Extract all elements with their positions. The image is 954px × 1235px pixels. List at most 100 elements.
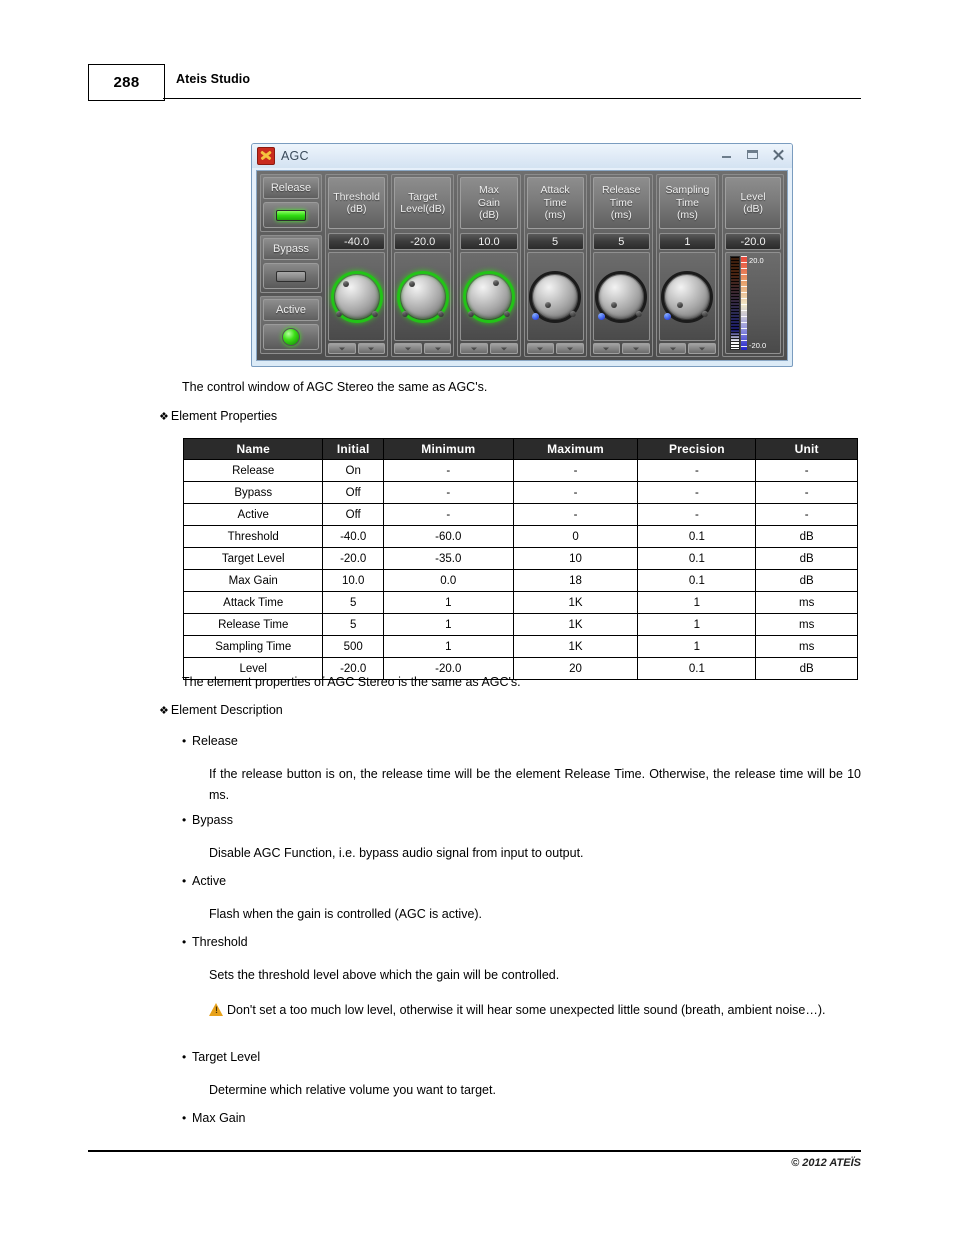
bypass-led-icon: [276, 270, 306, 282]
table-row: Release On - - - -: [182, 459, 858, 482]
bypass-button[interactable]: [263, 263, 319, 289]
bypass-label: Bypass: [263, 238, 319, 260]
cell-unit: dB: [755, 525, 858, 548]
attack-time-decrement-button[interactable]: [526, 343, 555, 354]
param-attack-time-value[interactable]: 5: [526, 233, 584, 250]
cell-precision: 0.1: [637, 569, 757, 592]
threshold-increment-button[interactable]: [357, 343, 386, 354]
bypass-toggle-group[interactable]: Bypass: [260, 235, 322, 293]
active-button[interactable]: [263, 324, 319, 350]
release-toggle-group[interactable]: Release: [260, 174, 322, 232]
release-time-knob[interactable]: [595, 270, 648, 323]
knob-max-marker-icon: [636, 310, 643, 317]
level-meter-value[interactable]: -20.0: [725, 233, 782, 250]
knob-min-marker-icon: [401, 310, 408, 317]
agc-control-window: AGC Release Bypass Active Threshold (dB)…: [251, 143, 793, 367]
sampling-time-increment-button[interactable]: [688, 343, 717, 354]
param-sampling-time-value[interactable]: 1: [658, 233, 717, 250]
knob-pointer-icon: [677, 301, 684, 308]
level-meter-title-line2: (dB): [743, 203, 763, 215]
param-threshold: Threshold (dB) -40.0: [325, 174, 389, 357]
param-target-level-title-line2: Level(dB): [400, 203, 446, 215]
cell-precision: 1: [637, 613, 757, 636]
param-sampling-time-title-line3: (ms): [676, 209, 698, 222]
max-gain-spinner-row: [460, 343, 518, 354]
cell-unit: ms: [755, 613, 858, 636]
table-row: Max Gain 10.0 0.0 18 0.1 dB: [182, 569, 858, 592]
warning-triangle-icon: [209, 1003, 224, 1016]
cell-precision: 1: [637, 591, 757, 614]
attack-time-increment-button[interactable]: [556, 343, 584, 354]
max-gain-increment-button[interactable]: [489, 343, 518, 354]
header-divider: [163, 97, 861, 100]
description-term-max-gain: • Max Gain: [182, 1111, 246, 1125]
threshold-decrement-button[interactable]: [328, 343, 356, 354]
level-meter-scale-icon: [741, 256, 748, 350]
description-term-release-label: Release: [192, 734, 238, 748]
description-text-threshold: Sets the threshold level above which the…: [209, 968, 560, 982]
maximize-icon[interactable]: [745, 147, 760, 162]
agc-titlebar[interactable]: AGC: [252, 144, 792, 168]
description-warning-threshold-text: Don't set a too much low level, otherwis…: [227, 1003, 826, 1017]
param-release-time-title-line2: Time: [609, 196, 633, 209]
cell-maximum: -: [512, 503, 639, 526]
target-level-increment-button[interactable]: [423, 343, 452, 354]
cell-initial: 5: [322, 591, 384, 614]
cell-minimum: -: [382, 459, 514, 482]
cell-unit: -: [755, 481, 858, 504]
release-time-increment-button[interactable]: [622, 343, 650, 354]
knob-min-marker-icon: [664, 312, 672, 320]
knob-min-marker-icon: [598, 312, 606, 320]
cell-maximum: 1K: [512, 591, 639, 614]
cell-unit: dB: [755, 547, 858, 570]
table-body: Release On - - - - Bypass Off - - - - Ac…: [182, 459, 858, 680]
header-title: Ateis Studio: [176, 72, 251, 86]
dot-bullet-icon: •: [182, 1050, 187, 1064]
param-threshold-title-line2: (dB): [346, 203, 367, 215]
cell-name: Attack Time: [182, 591, 324, 614]
param-target-level-value[interactable]: -20.0: [394, 233, 452, 250]
level-meter-scale-top: 20.0: [749, 256, 764, 265]
threshold-knob[interactable]: [330, 270, 383, 323]
max-gain-decrement-button[interactable]: [460, 343, 488, 354]
sampling-time-spinner-row: [658, 343, 717, 354]
table-header-maximum: Maximum: [512, 438, 639, 460]
release-time-decrement-button[interactable]: [592, 343, 621, 354]
cell-initial: -20.0: [322, 547, 384, 570]
description-term-target-level-label: Target Level: [192, 1050, 261, 1064]
param-target-level: Target Level(dB) -20.0: [391, 174, 455, 357]
target-level-decrement-button[interactable]: [394, 343, 422, 354]
cell-maximum: 10: [512, 547, 639, 570]
param-threshold-value[interactable]: -40.0: [328, 233, 386, 250]
param-max-gain-value[interactable]: 10.0: [460, 233, 518, 250]
cell-minimum: 1: [382, 591, 514, 614]
description-text-target-level: Determine which relative volume you want…: [209, 1083, 496, 1097]
param-threshold-title-line1: Threshold: [333, 190, 380, 203]
cell-minimum: -60.0: [382, 525, 514, 548]
knob-pointer-icon: [545, 301, 552, 308]
active-led-icon: [282, 328, 300, 346]
table-row: Bypass Off - - - -: [182, 481, 858, 504]
cell-initial: -40.0: [322, 525, 384, 548]
description-text-bypass: Disable AGC Function, i.e. bypass audio …: [209, 846, 584, 860]
target-level-knob[interactable]: [396, 270, 449, 323]
max-gain-knob[interactable]: [462, 270, 515, 323]
param-release-time-value[interactable]: 5: [592, 233, 650, 250]
cell-minimum: 1: [382, 613, 514, 636]
sampling-time-knob[interactable]: [661, 270, 714, 323]
after-table-paragraph: The element properties of AGC Stereo is …: [182, 675, 521, 689]
level-meter-ticks: [741, 256, 748, 350]
active-toggle-group[interactable]: Active: [260, 296, 322, 354]
section-element-description: ❖ Element Description: [159, 703, 283, 717]
param-sampling-time-title: Sampling Time (ms): [658, 177, 717, 229]
attack-time-knob[interactable]: [529, 270, 582, 323]
description-warning-threshold: Don't set a too much low level, otherwis…: [209, 1000, 861, 1021]
minimize-icon[interactable]: [719, 147, 734, 162]
section-element-description-label: Element Description: [170, 703, 283, 717]
close-icon[interactable]: [771, 147, 786, 162]
sampling-time-decrement-button[interactable]: [658, 343, 687, 354]
release-button[interactable]: [263, 202, 319, 228]
cell-minimum: -: [382, 481, 514, 504]
cell-unit: dB: [755, 657, 858, 680]
table-header-row: Name Initial Minimum Maximum Precision U…: [182, 438, 858, 460]
